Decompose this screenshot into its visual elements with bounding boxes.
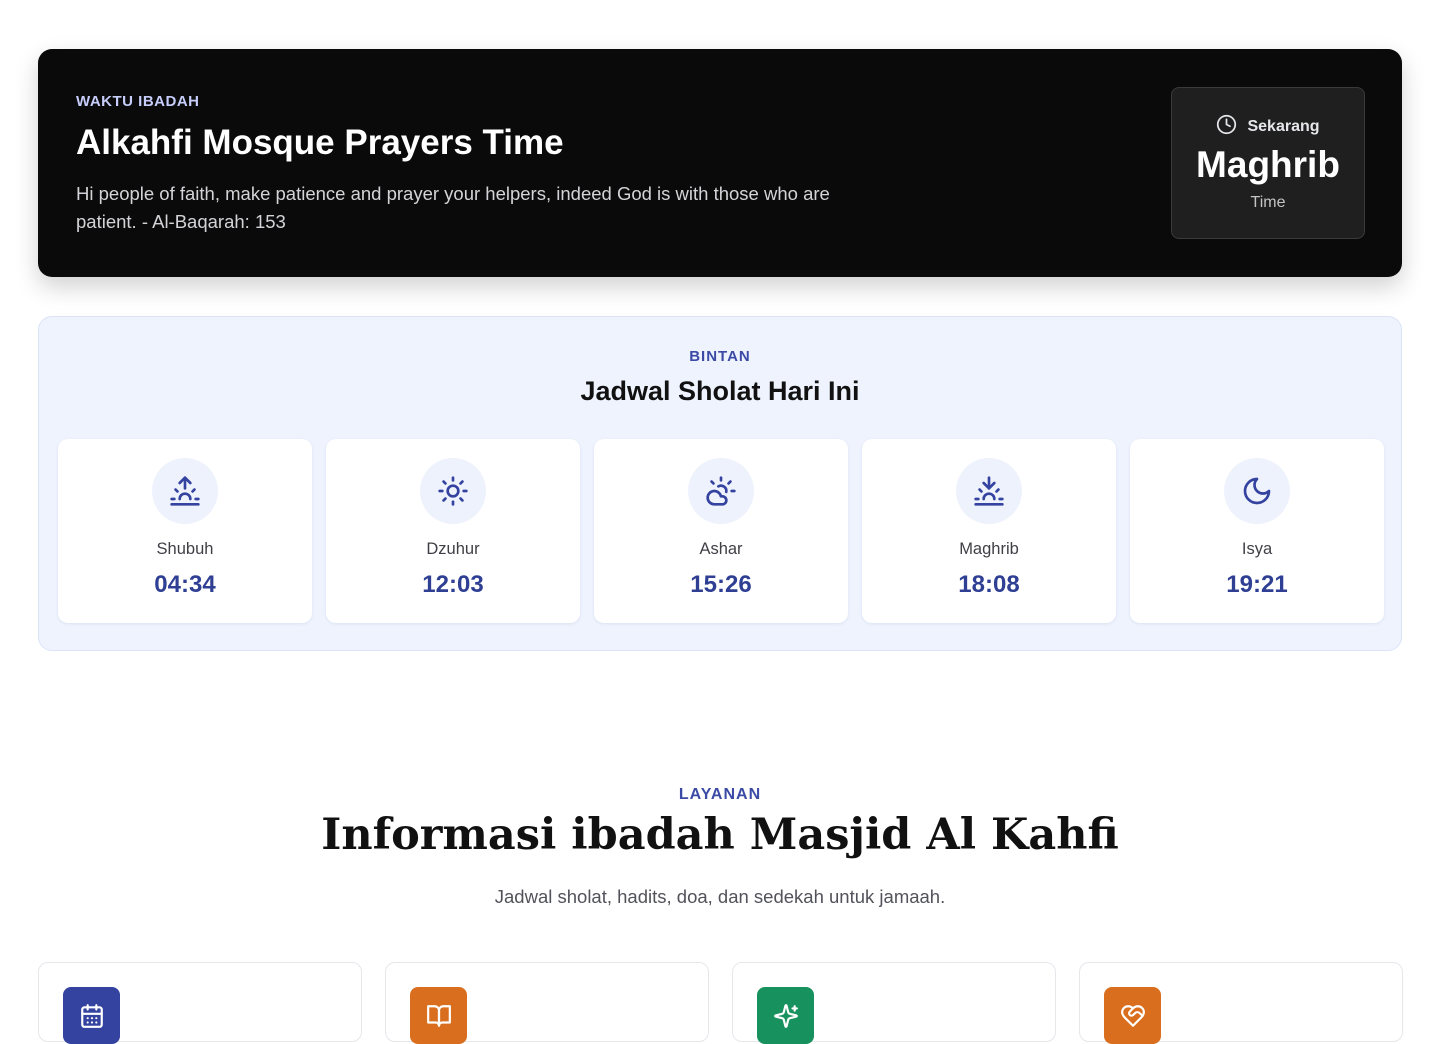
prayer-name: Ashar (699, 540, 743, 558)
current-prayer-card: Sekarang Maghrib Time (1171, 87, 1365, 239)
prayer-card-maghrib: Maghrib 18:08 (862, 439, 1116, 623)
prayer-name: Dzuhur (426, 540, 480, 558)
service-card-hadith[interactable] (385, 962, 709, 1044)
service-card-charity[interactable] (1079, 962, 1403, 1044)
cloud-sun-icon (688, 458, 754, 524)
prayer-card-ashar: Ashar 15:26 (594, 439, 848, 623)
sunset-icon (956, 458, 1022, 524)
prayer-card-shubuh: Shubuh 04:34 (58, 439, 312, 623)
prayer-schedule: BINTAN Jadwal Sholat Hari Ini Shubuh 04:… (38, 316, 1402, 651)
hero-banner: WAKTU IBADAH Alkahfi Mosque Prayers Time… (38, 49, 1402, 277)
services-subtitle: Jadwal sholat, hadits, doa, dan sedekah … (494, 886, 946, 907)
current-prayer-label: Sekarang (1247, 118, 1320, 135)
schedule-title: Jadwal Sholat Hari Ini (580, 376, 860, 406)
book-open-icon (410, 987, 467, 1044)
schedule-location: BINTAN (689, 348, 751, 365)
prayer-card-isya: Isya 19:21 (1130, 439, 1384, 623)
sunrise-icon (152, 458, 218, 524)
hero-quote: Hi people of faith, make patience and pr… (76, 183, 830, 232)
prayer-name: Maghrib (959, 540, 1019, 558)
sparkles-icon (757, 987, 814, 1044)
heart-handshake-icon (1104, 987, 1161, 1044)
prayer-name: Shubuh (156, 540, 214, 558)
services-eyebrow: LAYANAN (678, 786, 762, 803)
calendar-icon (63, 987, 120, 1044)
clock-icon (1216, 114, 1237, 140)
current-prayer-name: Maghrib (1196, 144, 1340, 185)
prayer-time: 12:03 (422, 571, 484, 598)
service-card-prayer[interactable] (732, 962, 1056, 1044)
prayer-time: 18:08 (958, 571, 1020, 598)
prayer-name: Isya (1241, 540, 1273, 558)
prayer-time: 19:21 (1226, 571, 1288, 598)
prayer-time: 15:26 (690, 571, 752, 598)
sun-icon (420, 458, 486, 524)
services-title: Informasi ibadah Masjid Al Kahfi (321, 810, 1119, 860)
service-card-schedule[interactable] (38, 962, 362, 1044)
hero-eyebrow: WAKTU IBADAH (76, 93, 200, 110)
hero-title: Alkahfi Mosque Prayers Time (76, 123, 564, 162)
prayer-times-row: Shubuh 04:34 Dzuhur 12:03 Ashar 15:26 Ma… (58, 439, 1384, 623)
prayer-time: 04:34 (154, 571, 216, 598)
current-prayer-suffix: Time (1250, 194, 1286, 211)
moon-icon (1224, 458, 1290, 524)
prayer-card-dzuhur: Dzuhur 12:03 (326, 439, 580, 623)
